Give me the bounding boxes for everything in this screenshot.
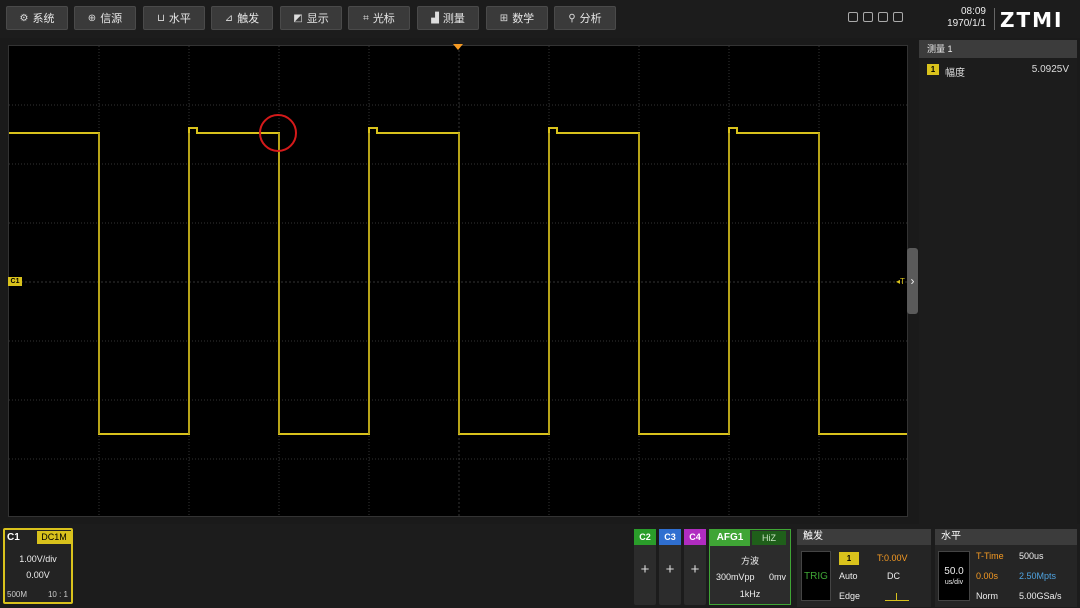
- clock-time: 08:09: [960, 6, 986, 17]
- timebase-unit: us/div: [944, 579, 964, 586]
- acquisition-mode: Norm: [976, 591, 998, 601]
- network-icon: [878, 12, 888, 22]
- afg-amplitude: 300mVpp: [716, 572, 755, 582]
- ch1-offset: 0.00V: [26, 570, 50, 580]
- status-icons: [848, 12, 903, 22]
- sample-rate: 5.00GSa/s: [1019, 591, 1062, 601]
- trigger-status-tag: TRIG: [801, 551, 831, 601]
- waveform-display[interactable]: [8, 45, 908, 517]
- logo-divider: [994, 8, 995, 30]
- measurement-panel: 测量 1 1 幅度 5.0925V: [919, 40, 1077, 526]
- menu-button-8[interactable]: ⚲ 分析: [554, 6, 616, 30]
- afg-settings-box[interactable]: AFG1 HiZ 方波 300mVpp 0mv 1kHz: [709, 529, 791, 605]
- clock-date: 1970/1/1: [947, 18, 986, 29]
- rising-edge-icon: [885, 593, 909, 601]
- menu-button-5[interactable]: ⌗ 光标: [348, 6, 410, 30]
- ch1-vertical-scale: 1.00V/div: [19, 554, 57, 564]
- plus-icon: +: [665, 561, 675, 578]
- ch1-settings-box[interactable]: C1 DC1M 1.00V/div 0.00V 500M 10 : 1: [3, 528, 73, 604]
- t-time-label: T-Time: [976, 551, 1004, 561]
- trigger-title: 触发: [797, 529, 931, 545]
- math-icon: ⊞: [499, 12, 509, 24]
- plus-icon: +: [640, 561, 650, 578]
- measurement-value: 5.0925V: [1031, 64, 1069, 75]
- storage-icon: [863, 12, 873, 22]
- usb-icon: [848, 12, 858, 22]
- trigger-position-marker[interactable]: [453, 44, 463, 50]
- timebase-scale: 50.0: [944, 566, 964, 577]
- search-icon: ⚲: [568, 12, 576, 24]
- menu-button-label: 光标: [372, 13, 395, 25]
- horizontal-position: 0.00s: [976, 571, 999, 581]
- ch1-offset-marker[interactable]: C1: [8, 277, 22, 286]
- cursor-icon: ⌗: [363, 12, 369, 24]
- brand-logo: ZTMI: [1000, 8, 1064, 32]
- measurement-source-badge: 1: [927, 64, 939, 75]
- ch1-bandwidth: 500M: [7, 590, 28, 599]
- wifi-icon: [893, 12, 903, 22]
- measurement-name: 幅度: [945, 68, 965, 79]
- ch4-enable-button[interactable]: C4 +: [684, 529, 706, 605]
- measurement-header: 测量 1: [919, 40, 1077, 58]
- ch2-tag: C2: [634, 529, 656, 545]
- afg-frequency: 1kHz: [739, 589, 761, 599]
- menu-button-label: 系统: [32, 13, 55, 25]
- ch3-tag: C3: [659, 529, 681, 545]
- horizontal-settings-box[interactable]: 水平 50.0 us/div T-Time 500us 0.00s 2.50Mp…: [935, 529, 1077, 607]
- menu-button-label: 水平: [168, 13, 191, 25]
- ch4-tag: C4: [684, 529, 706, 545]
- afg-waveform: 方波: [740, 556, 759, 566]
- ch1-label: C1: [7, 532, 20, 543]
- gear-icon: ⚙: [19, 12, 29, 24]
- menu-button-0[interactable]: ⚙ 系统: [6, 6, 68, 30]
- timebase-box: 50.0 us/div: [938, 551, 970, 601]
- menu-button-1[interactable]: ⊕ 信源: [74, 6, 136, 30]
- afg-offset: 0mv: [768, 572, 786, 582]
- menu-button-2[interactable]: ⊔ 水平: [143, 6, 205, 30]
- menu-button-label: 测量: [442, 13, 465, 25]
- ch3-enable-button[interactable]: C3 +: [659, 529, 681, 605]
- plus-icon: +: [690, 561, 700, 578]
- trigger-mode: Auto: [839, 571, 858, 581]
- afg-label: AFG1: [710, 530, 750, 546]
- menu-button-label: 触发: [237, 13, 260, 25]
- trigger-coupling: DC: [887, 571, 900, 581]
- chevron-right-icon: ›: [910, 274, 915, 288]
- menu-button-label: 信源: [100, 13, 123, 25]
- menu-button-6[interactable]: ▟ 测量: [417, 6, 479, 30]
- menu-button-4[interactable]: ◩ 显示: [280, 6, 342, 30]
- trigger-icon: ⊿: [224, 12, 234, 24]
- trigger-level-marker[interactable]: ◂T: [896, 277, 905, 286]
- menu-button-label: 分析: [579, 13, 602, 25]
- menu-button-label: 显示: [306, 13, 329, 25]
- ch1-probe-ratio: 10 : 1: [47, 590, 68, 599]
- menu-button-7[interactable]: ⊞ 数学: [486, 6, 548, 30]
- memory-depth: 2.50Mpts: [1019, 571, 1057, 581]
- display-icon: ◩: [293, 12, 303, 24]
- measure-icon: ▟: [431, 12, 439, 24]
- menu-button-label: 数学: [512, 13, 535, 25]
- ch1-coupling-badge: DC1M: [37, 531, 71, 544]
- source-icon: ⊕: [87, 12, 97, 24]
- afg-impedance: HiZ: [752, 531, 786, 545]
- ch2-enable-button[interactable]: C2 +: [634, 529, 656, 605]
- trigger-settings-box[interactable]: 触发 TRIG 1 T:0.00V Auto DC Edge: [797, 529, 931, 607]
- ch1-waveform-trace: [9, 127, 907, 435]
- top-menu-bar: ⚙ 系统 ⊕ 信源 ⊔ 水平 ⊿ 触发 ◩ 显示 ⌗ 光标 ▟ 测量 ⊞ 数学 ⚲ 分析 08:09 1970/1…: [0, 0, 1080, 38]
- trigger-type: Edge: [839, 591, 861, 601]
- measurement-row[interactable]: 1 幅度 5.0925V: [919, 58, 1077, 80]
- horizontal-title: 水平: [935, 529, 1077, 545]
- highlight-circle-annotation: [259, 114, 297, 152]
- trigger-level: T:0.00V: [877, 553, 908, 563]
- t-time-value: 500us: [1019, 551, 1044, 561]
- menu-button-3[interactable]: ⊿ 触发: [211, 6, 273, 30]
- horizontal-icon: ⊔: [157, 12, 165, 24]
- panel-toggle-handle[interactable]: ›: [907, 248, 918, 314]
- trigger-source-badge: 1: [839, 552, 859, 565]
- waveform-graticule: [9, 46, 907, 516]
